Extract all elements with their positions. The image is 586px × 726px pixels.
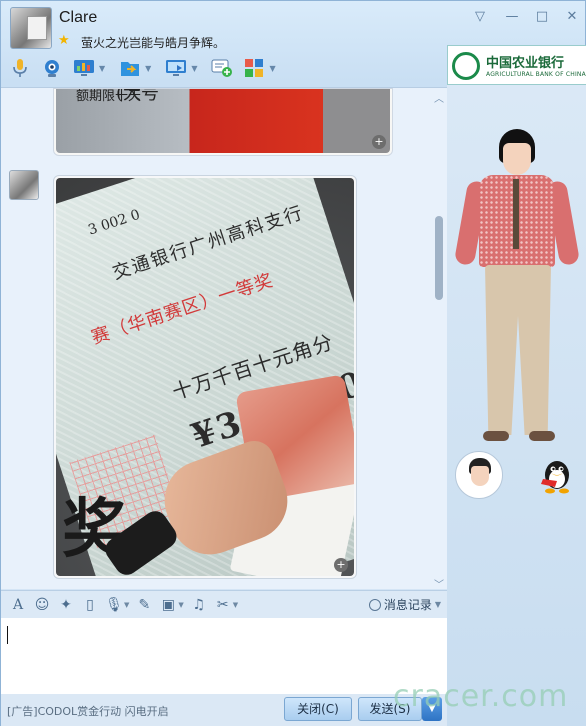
image-text: (大号	[116, 88, 160, 104]
side-panel: 中国农业银行 AGRICULTURAL BANK OF CHINA	[447, 45, 586, 726]
ad-link[interactable]: [广告]CODOL赏金行动 闪电开启	[7, 703, 169, 719]
collapse-button[interactable]: ▽	[469, 7, 491, 27]
scroll-down-icon[interactable]: ﹀	[433, 576, 445, 589]
avatar-shoe	[529, 431, 555, 441]
chat-window: Clare ★ 萤火之光岂能与皓月争辉。 ▽ — □ ✕ ▼ ▼ ▼ ▼ 额期限…	[0, 0, 586, 726]
message-history-label: 消息记录	[383, 598, 432, 612]
webcam-icon[interactable]	[39, 55, 65, 81]
user-avatar-show[interactable]	[453, 129, 581, 489]
message-image[interactable]: 额期限十天 (大号	[56, 88, 390, 153]
screen-share-dropdown-icon[interactable]: ▼	[99, 64, 105, 73]
emoji-icon[interactable]: ☺	[33, 596, 51, 614]
shake-window-icon[interactable]: ▯	[81, 596, 99, 614]
scroll-up-icon[interactable]: ︿	[433, 90, 445, 105]
history-dropdown-icon[interactable]: ▼	[435, 600, 441, 609]
bottom-bar: [广告]CODOL赏金行动 闪电开启 关闭(C) 发送(S) ▼	[1, 694, 447, 726]
screen-share-icon[interactable]	[71, 55, 97, 81]
message-image-bubble[interactable]: 额期限十天 (大号 +	[53, 88, 393, 156]
apps-dropdown-icon[interactable]: ▼	[269, 64, 275, 73]
message-image[interactable]: 3 002 0 交通银行广州高科支行 赛（华南赛区）一等奖 十万千百十元角分 ¥…	[56, 178, 354, 576]
image-icon[interactable]: ▣	[159, 596, 177, 614]
scrollbar-thumb[interactable]	[435, 216, 443, 300]
screenshot-scissors-icon[interactable]: ✂	[214, 596, 232, 614]
chat-toolbar: ▼ ▼ ▼ ▼	[7, 53, 282, 83]
maximize-button[interactable]: □	[531, 7, 553, 27]
close-window-button[interactable]: ✕	[561, 7, 583, 27]
minimize-button[interactable]: —	[501, 7, 523, 27]
screenshot-dropdown-icon[interactable]: ▼	[233, 601, 238, 609]
sender-avatar[interactable]	[9, 170, 39, 200]
expand-image-icon[interactable]: +	[334, 558, 348, 572]
avatar-pants	[485, 265, 551, 435]
bank-name-cn: 中国农业银行	[486, 56, 565, 71]
music-icon[interactable]: ♫	[190, 596, 208, 614]
watermark-text: cracer.com	[393, 679, 569, 714]
file-transfer-icon[interactable]	[117, 55, 143, 81]
image-dropdown-icon[interactable]: ▼	[178, 601, 183, 609]
avatar-tie	[513, 179, 519, 249]
apps-grid-icon[interactable]	[241, 55, 267, 81]
remote-desktop-dropdown-icon[interactable]: ▼	[191, 64, 197, 73]
contact-signature: 萤火之光岂能与皓月争辉。	[81, 36, 226, 50]
expand-image-icon[interactable]: +	[372, 135, 386, 149]
remote-desktop-icon[interactable]	[163, 55, 189, 81]
magic-wand-icon[interactable]: ✦	[57, 596, 75, 614]
message-history-button[interactable]: 消息记录 ▼	[368, 596, 441, 613]
edit-icon[interactable]: ✎	[135, 596, 153, 614]
add-message-icon[interactable]	[209, 55, 235, 81]
message-input[interactable]	[1, 618, 447, 694]
text-caret	[7, 626, 8, 644]
close-button[interactable]: 关闭(C)	[284, 697, 352, 721]
bank-ad-banner[interactable]: 中国农业银行 AGRICULTURAL BANK OF CHINA	[447, 45, 586, 85]
clock-icon	[368, 598, 381, 611]
file-transfer-dropdown-icon[interactable]: ▼	[145, 64, 151, 73]
bank-name-en: AGRICULTURAL BANK OF CHINA	[486, 71, 586, 78]
chat-history[interactable]: 额期限十天 (大号 + 3 002 0 交通银行广州高科支行 赛（华南赛区）一等…	[1, 87, 447, 589]
voice-dropdown-icon[interactable]: ▼	[124, 601, 129, 609]
qq-penguin-icon[interactable]	[535, 455, 575, 495]
contact-avatar[interactable]	[10, 7, 52, 49]
star-icon: ★	[58, 33, 70, 48]
message-image-bubble[interactable]: 3 002 0 交通银行广州高科支行 赛（华南赛区）一等奖 十万千百十元角分 ¥…	[53, 175, 357, 579]
abc-logo-icon	[452, 52, 480, 80]
voice-message-icon[interactable]: 🎙	[105, 596, 123, 614]
my-avatar[interactable]	[455, 451, 503, 499]
contact-name[interactable]: Clare	[59, 9, 97, 27]
microphone-icon[interactable]	[7, 55, 33, 81]
avatar-shoe	[483, 431, 509, 441]
font-icon[interactable]: A	[9, 596, 27, 614]
check-number: 3 002 0	[86, 206, 143, 239]
avatar-face	[503, 143, 531, 175]
input-toolbar: A ☺ ✦ ▯ 🎙 ▼ ✎ ▣ ▼ ♫ ✂ ▼ 消息记录 ▼	[1, 590, 447, 618]
